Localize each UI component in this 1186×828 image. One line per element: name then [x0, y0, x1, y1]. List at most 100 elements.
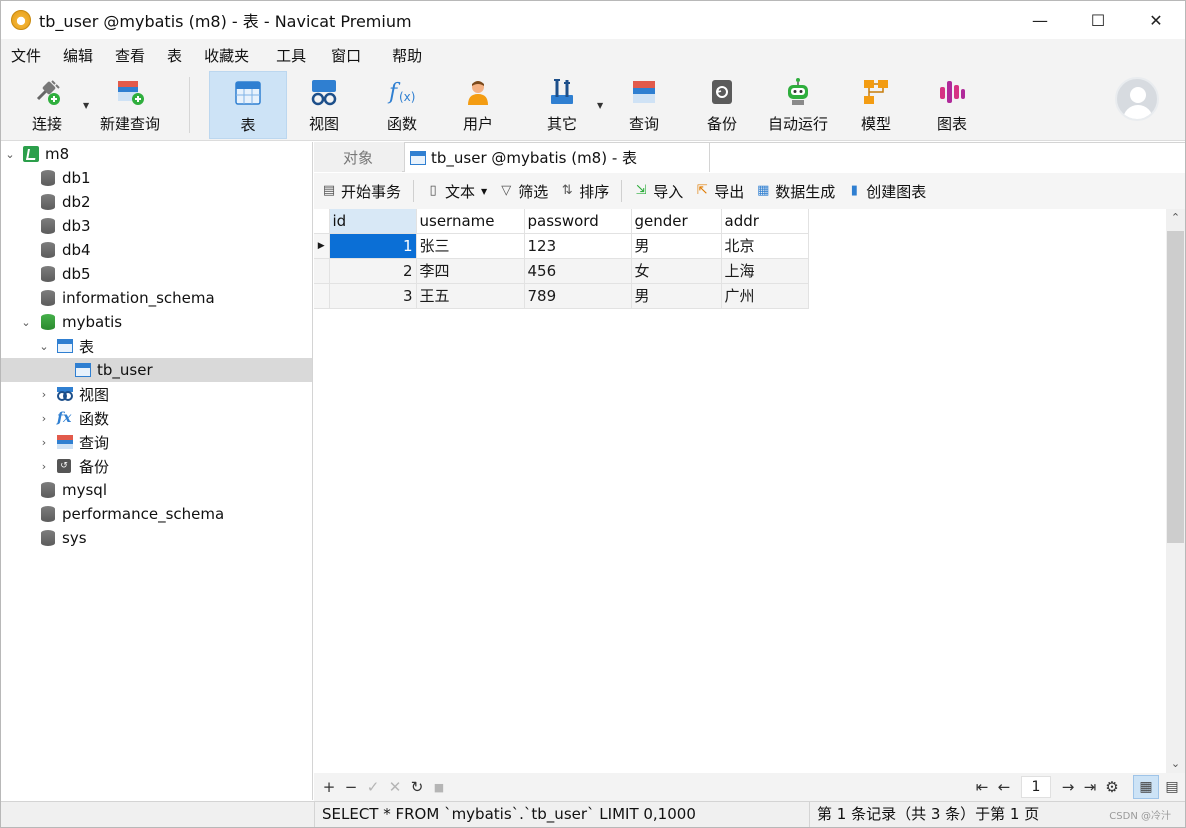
scroll-down-icon[interactable]: ⌄: [1166, 755, 1185, 773]
function-button[interactable]: f (x) 函数: [369, 71, 435, 139]
maximize-button[interactable]: ☐: [1069, 1, 1127, 39]
tree-db-db4[interactable]: db4: [1, 238, 312, 262]
stop-button[interactable]: ■: [428, 781, 450, 794]
scroll-up-icon[interactable]: ⌃: [1166, 209, 1185, 227]
cell-id[interactable]: 1: [329, 233, 417, 259]
minimize-button[interactable]: —: [1011, 1, 1069, 39]
tree-connection-m8[interactable]: ⌄ m8: [1, 142, 312, 166]
connect-button[interactable]: 连接: [19, 71, 75, 139]
sort-button[interactable]: ⇅ 排序: [554, 181, 615, 202]
column-header-id[interactable]: id: [329, 209, 417, 234]
expand-chevron-icon[interactable]: ›: [37, 436, 51, 449]
next-page-icon[interactable]: →: [1057, 778, 1079, 796]
tree-db-mybatis[interactable]: ⌄ mybatis: [1, 310, 312, 334]
cell-password[interactable]: 123: [524, 233, 632, 259]
column-header-addr[interactable]: addr: [721, 209, 809, 234]
collapse-chevron-icon[interactable]: ⌄: [19, 316, 33, 329]
menu-tools[interactable]: 工具: [265, 45, 320, 66]
connect-dropdown-icon[interactable]: ▼: [83, 101, 89, 110]
collapse-chevron-icon[interactable]: ⌄: [37, 340, 51, 353]
tree-db-information-schema[interactable]: information_schema: [1, 286, 312, 310]
tree-group-queries[interactable]: › 查询: [1, 430, 312, 454]
filter-button[interactable]: ▽ 筛选: [493, 181, 554, 202]
vertical-scrollbar[interactable]: ⌃ ⌄: [1166, 209, 1185, 773]
tree-db-db2[interactable]: db2: [1, 190, 312, 214]
grid-view-toggle[interactable]: ▦: [1133, 775, 1159, 799]
new-query-button[interactable]: 新建查询: [97, 71, 163, 139]
discard-changes-button[interactable]: ✕: [384, 778, 406, 796]
data-generation-button[interactable]: ▦ 数据生成: [750, 181, 841, 202]
column-header-password[interactable]: password: [524, 209, 632, 234]
column-header-gender[interactable]: gender: [631, 209, 722, 234]
user-button[interactable]: 用户: [447, 71, 509, 139]
close-button[interactable]: ✕: [1127, 1, 1185, 39]
menu-favorites[interactable]: 收藏夹: [193, 45, 265, 66]
model-button[interactable]: 模型: [847, 71, 905, 139]
automation-button[interactable]: 自动运行: [763, 71, 833, 139]
cell-username[interactable]: 李四: [416, 258, 525, 284]
tree-db-db1[interactable]: db1: [1, 166, 312, 190]
expand-chevron-icon[interactable]: ›: [37, 388, 51, 401]
tab-objects[interactable]: 对象: [314, 142, 402, 172]
collapse-chevron-icon[interactable]: ⌄: [3, 148, 17, 161]
export-button[interactable]: ⇱ 导出: [689, 181, 750, 202]
backup-button[interactable]: 备份: [691, 71, 753, 139]
query-button[interactable]: 查询: [613, 71, 675, 139]
tree-group-tables[interactable]: ⌄ 表: [1, 334, 312, 358]
menu-edit[interactable]: 编辑: [52, 45, 104, 66]
tree-group-backups[interactable]: › ↺ 备份: [1, 454, 312, 478]
settings-gear-icon[interactable]: ⚙: [1101, 778, 1123, 796]
begin-transaction-button[interactable]: ▤ 开始事务: [314, 181, 407, 202]
delete-record-button[interactable]: −: [340, 778, 362, 796]
table-row[interactable]: 2 李四 456 女 上海: [314, 258, 809, 284]
cell-gender[interactable]: 男: [631, 283, 722, 309]
import-button[interactable]: ⇲ 导入: [628, 181, 689, 202]
cell-username[interactable]: 王五: [416, 283, 525, 309]
menu-help[interactable]: 帮助: [381, 45, 433, 66]
previous-page-icon[interactable]: ←: [993, 778, 1015, 796]
cell-addr[interactable]: 北京: [721, 233, 809, 259]
expand-chevron-icon[interactable]: ›: [37, 460, 51, 473]
cell-id[interactable]: 3: [329, 283, 417, 309]
cell-password[interactable]: 789: [524, 283, 632, 309]
column-header-username[interactable]: username: [416, 209, 525, 234]
cell-addr[interactable]: 广州: [721, 283, 809, 309]
tree-db-db5[interactable]: db5: [1, 262, 312, 286]
view-button[interactable]: 视图: [291, 71, 357, 139]
apply-changes-button[interactable]: ✓: [362, 778, 384, 796]
other-dropdown-icon[interactable]: ▼: [597, 101, 603, 110]
table-row[interactable]: ▶ 1 张三 123 男 北京: [314, 233, 809, 259]
first-page-icon[interactable]: ⇤: [971, 778, 993, 796]
user-avatar[interactable]: [1115, 77, 1159, 121]
table-row[interactable]: 3 王五 789 男 广州: [314, 283, 809, 309]
scroll-thumb[interactable]: [1167, 231, 1184, 543]
text-view-button[interactable]: ▯ 文本 ▼: [420, 181, 493, 202]
cell-gender[interactable]: 女: [631, 258, 722, 284]
tree-group-functions[interactable]: › fx 函数: [1, 406, 312, 430]
tree-group-views[interactable]: › 视图: [1, 382, 312, 406]
expand-chevron-icon[interactable]: ›: [37, 412, 51, 425]
menu-table[interactable]: 表: [156, 45, 193, 66]
create-chart-button[interactable]: ▮ 创建图表: [841, 181, 932, 202]
menu-file[interactable]: 文件: [1, 45, 52, 66]
menu-view[interactable]: 查看: [104, 45, 156, 66]
tree-db-db3[interactable]: db3: [1, 214, 312, 238]
menu-window[interactable]: 窗口: [320, 45, 381, 66]
page-number-input[interactable]: 1: [1021, 776, 1051, 798]
tab-tb-user[interactable]: tb_user @mybatis (m8) - 表: [404, 142, 710, 172]
tree-db-performance-schema[interactable]: performance_schema: [1, 502, 312, 526]
table-button[interactable]: 表: [209, 71, 287, 139]
cell-addr[interactable]: 上海: [721, 258, 809, 284]
form-view-toggle[interactable]: ▤: [1159, 775, 1185, 799]
cell-password[interactable]: 456: [524, 258, 632, 284]
cell-id[interactable]: 2: [329, 258, 417, 284]
refresh-button[interactable]: ↻: [406, 778, 428, 796]
add-record-button[interactable]: +: [318, 778, 340, 796]
chart-button[interactable]: 图表: [923, 71, 981, 139]
tree-db-sys[interactable]: sys: [1, 526, 312, 550]
tree-table-tb-user[interactable]: tb_user: [1, 358, 312, 382]
tree-db-mysql[interactable]: mysql: [1, 478, 312, 502]
text-dropdown-icon[interactable]: ▼: [481, 187, 487, 196]
other-button[interactable]: 其它: [531, 71, 593, 139]
cell-username[interactable]: 张三: [416, 233, 525, 259]
